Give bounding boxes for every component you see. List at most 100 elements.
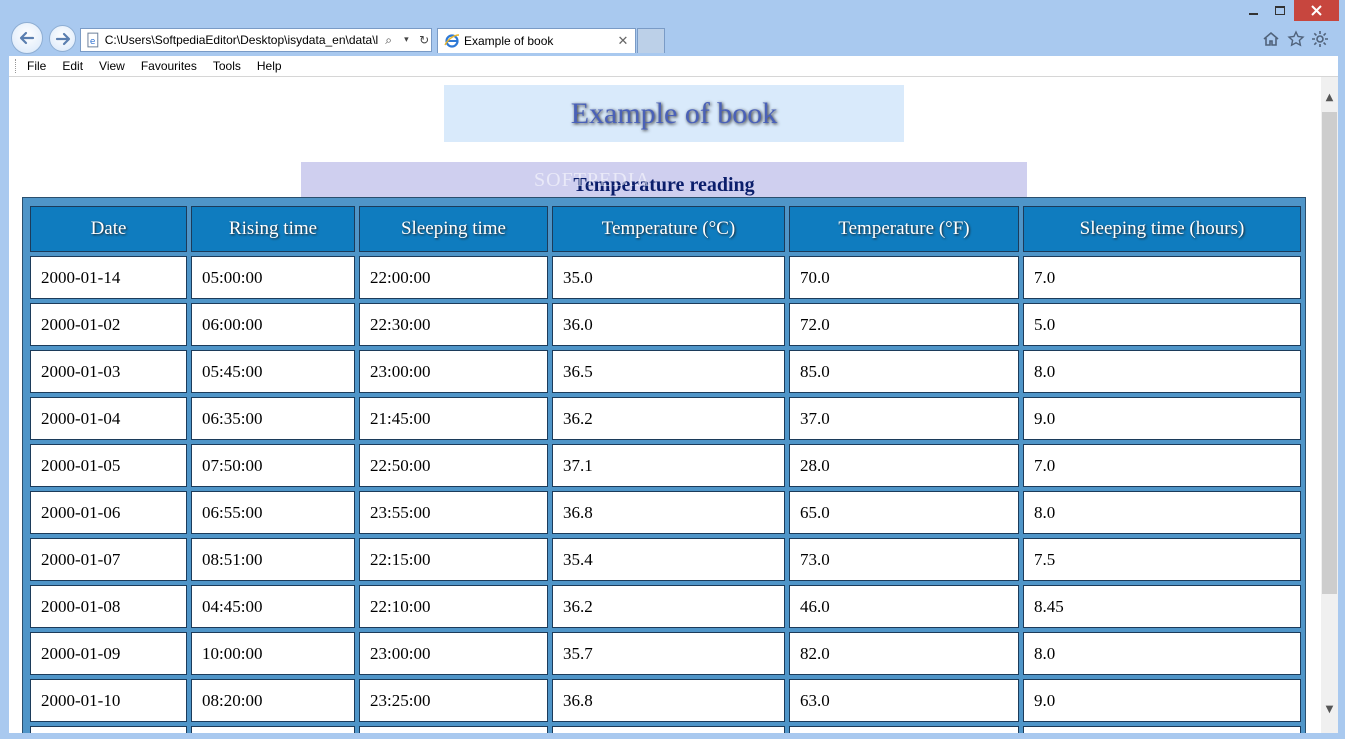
svg-text:e: e [90, 37, 95, 47]
table-row [30, 726, 1301, 733]
vertical-scrollbar[interactable]: ▲ ▼ [1321, 77, 1338, 733]
watermark: SOFTPEDIA [534, 169, 651, 191]
table-cell: 7.0 [1023, 444, 1301, 487]
table-row: 2000-01-10 08:20:00 23:25:00 36.8 63.0 9.0 [30, 679, 1301, 722]
table-cell: 36.8 [552, 679, 785, 722]
table-cell [1023, 726, 1301, 733]
page-icon: e [87, 32, 99, 48]
table-cell: 37.1 [552, 444, 785, 487]
star-icon[interactable] [1287, 30, 1305, 48]
menu-file[interactable]: File [27, 59, 46, 73]
table-cell: 73.0 [789, 538, 1019, 581]
table-cell: 23:55:00 [359, 491, 548, 534]
back-button[interactable] [11, 22, 43, 54]
column-header-sleeping-time: Sleeping time [359, 206, 548, 252]
table-row: 2000-01-02 06:00:00 22:30:00 36.0 72.0 5.0 [30, 303, 1301, 346]
table-cell: 70.0 [789, 256, 1019, 299]
table-row: 2000-01-05 07:50:00 22:50:00 37.1 28.0 7.0 [30, 444, 1301, 487]
close-icon[interactable]: ✕ [615, 34, 631, 49]
forward-button[interactable] [49, 25, 76, 52]
gear-icon[interactable] [1311, 30, 1329, 48]
maximize-button[interactable] [1267, 0, 1293, 21]
home-icon[interactable] [1262, 30, 1280, 48]
back-arrow-icon [19, 31, 35, 45]
table-row: 2000-01-04 06:35:00 21:45:00 36.2 37.0 9.0 [30, 397, 1301, 440]
refresh-icon[interactable]: ↻ [417, 33, 431, 47]
table-cell: 65.0 [789, 491, 1019, 534]
table-cell: 5.0 [1023, 303, 1301, 346]
table-cell: 22:00:00 [359, 256, 548, 299]
table-cell: 04:45:00 [191, 585, 355, 628]
table-cell: 23:00:00 [359, 632, 548, 675]
table-cell: 23:25:00 [359, 679, 548, 722]
table-caption: Temperature reading [301, 162, 1027, 198]
table-cell: 2000-01-07 [30, 538, 187, 581]
table-cell: 8.0 [1023, 491, 1301, 534]
table-row: 2000-01-03 05:45:00 23:00:00 36.5 85.0 8.0 [30, 350, 1301, 393]
scroll-up-arrow-icon[interactable]: ▲ [1321, 89, 1338, 106]
table-cell: 2000-01-03 [30, 350, 187, 393]
browser-chrome: e C:\Users\SoftpediaEditor\Desktop\isyda… [0, 0, 1345, 56]
table-cell: 85.0 [789, 350, 1019, 393]
table-row: 2000-01-07 08:51:00 22:15:00 35.4 73.0 7.5 [30, 538, 1301, 581]
table-cell: 23:00:00 [359, 350, 548, 393]
forward-arrow-icon [55, 32, 70, 45]
table-cell: 36.0 [552, 303, 785, 346]
table-cell [789, 726, 1019, 733]
table-cell: 08:51:00 [191, 538, 355, 581]
table-cell: 2000-01-10 [30, 679, 187, 722]
tab-example-of-book[interactable]: Example of book ✕ [437, 28, 636, 53]
window-close-button[interactable] [1294, 0, 1339, 21]
table-cell: 8.0 [1023, 350, 1301, 393]
menu-view[interactable]: View [99, 59, 125, 73]
table-cell: 10:00:00 [191, 632, 355, 675]
menu-bar: File Edit View Favourites Tools Help [9, 56, 1338, 77]
menu-favourites[interactable]: Favourites [141, 59, 197, 73]
temperature-table: Date Rising time Sleeping time Temperatu… [22, 197, 1306, 733]
column-header-date: Date [30, 206, 187, 252]
table-cell: 2000-01-06 [30, 491, 187, 534]
table-cell: 9.0 [1023, 397, 1301, 440]
address-bar[interactable]: e C:\Users\SoftpediaEditor\Desktop\isyda… [80, 28, 432, 52]
table-cell: 08:20:00 [191, 679, 355, 722]
table-cell: 35.4 [552, 538, 785, 581]
table-cell: 2000-01-14 [30, 256, 187, 299]
table-cell: 37.0 [789, 397, 1019, 440]
table-cell: 05:00:00 [191, 256, 355, 299]
table-cell: 22:15:00 [359, 538, 548, 581]
page-title: Example of book [444, 85, 904, 142]
table-cell: 7.5 [1023, 538, 1301, 581]
table-cell: 2000-01-05 [30, 444, 187, 487]
table-cell: 06:35:00 [191, 397, 355, 440]
table-cell: 36.8 [552, 491, 785, 534]
menu-tools[interactable]: Tools [213, 59, 241, 73]
address-url[interactable]: C:\Users\SoftpediaEditor\Desktop\isydata… [105, 33, 378, 47]
dropdown-icon[interactable]: ▾ [400, 33, 414, 47]
table-cell: 21:45:00 [359, 397, 548, 440]
column-header-rising-time: Rising time [191, 206, 355, 252]
table-cell: 35.7 [552, 632, 785, 675]
menu-edit[interactable]: Edit [62, 59, 83, 73]
table-cell: 72.0 [789, 303, 1019, 346]
new-tab-button[interactable] [637, 28, 665, 53]
table-cell [30, 726, 187, 733]
minimize-button[interactable] [1241, 0, 1265, 21]
table-cell: 28.0 [789, 444, 1019, 487]
table-cell: 2000-01-02 [30, 303, 187, 346]
table-cell: 06:00:00 [191, 303, 355, 346]
table-cell: 9.0 [1023, 679, 1301, 722]
table-cell: 8.0 [1023, 632, 1301, 675]
table-cell: 22:50:00 [359, 444, 548, 487]
table-cell: 35.0 [552, 256, 785, 299]
scroll-thumb[interactable] [1322, 112, 1337, 594]
table-cell: 06:55:00 [191, 491, 355, 534]
search-icon[interactable]: ⌕ [382, 33, 396, 47]
scroll-down-arrow-icon[interactable]: ▼ [1321, 701, 1338, 718]
table-row: 2000-01-08 04:45:00 22:10:00 36.2 46.0 8.45 [30, 585, 1301, 628]
table-cell: 46.0 [789, 585, 1019, 628]
table-cell: 36.2 [552, 585, 785, 628]
menu-help[interactable]: Help [257, 59, 282, 73]
table-cell: 2000-01-08 [30, 585, 187, 628]
table-cell [359, 726, 548, 733]
table-cell: 8.45 [1023, 585, 1301, 628]
